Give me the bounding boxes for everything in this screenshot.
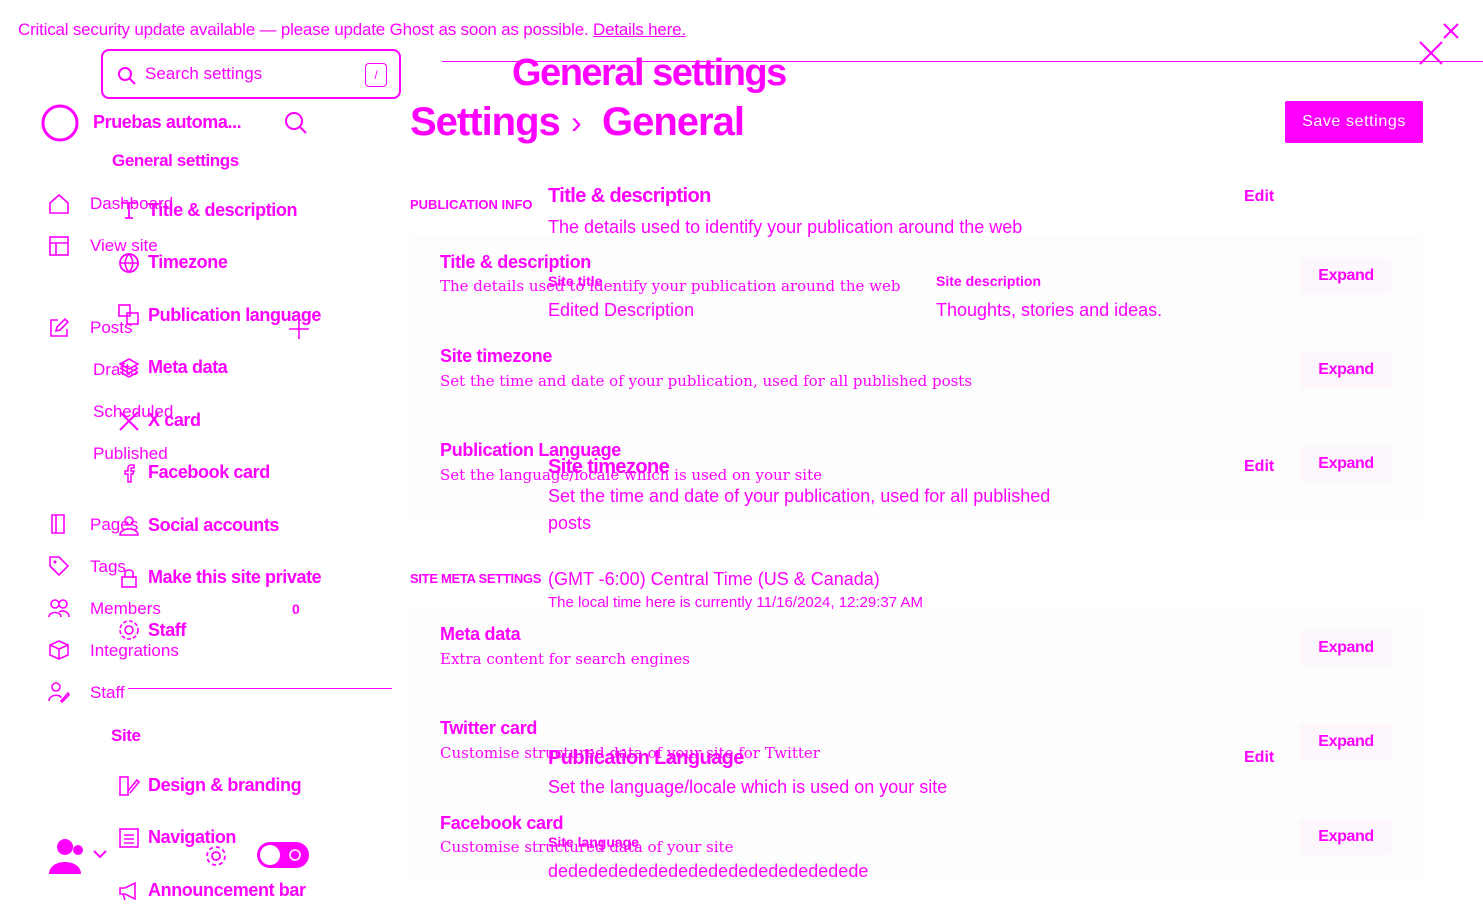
- site-language-value: dededededededededededededededede: [548, 861, 869, 881]
- close-banner-icon[interactable]: [1442, 22, 1460, 40]
- brush-icon: [118, 775, 140, 797]
- page-icon: [48, 513, 70, 535]
- row-title: Site timezone: [440, 346, 553, 366]
- expand-button[interactable]: Expand: [1300, 819, 1392, 855]
- site-language-label: Site language: [548, 834, 640, 850]
- members-count: 0: [292, 601, 300, 617]
- search-input[interactable]: [143, 63, 347, 85]
- members-icon: [48, 597, 70, 619]
- edit-button[interactable]: Edit: [1244, 188, 1274, 206]
- gear-users-icon: [118, 619, 140, 641]
- list-icon: [118, 827, 140, 849]
- banner-details-link[interactable]: Details here.: [593, 20, 686, 39]
- section-heading: Site timezone: [548, 456, 670, 478]
- edit-icon: [48, 317, 70, 339]
- nav-integrations[interactable]: Integrations: [90, 641, 179, 661]
- section-description: posts: [548, 513, 592, 533]
- section-description: The details used to identify your public…: [548, 217, 1023, 237]
- site-name[interactable]: Pruebas automa...: [93, 112, 242, 133]
- settings-nav-label: Design & branding: [148, 775, 302, 795]
- row-title: Facebook card: [440, 813, 564, 833]
- settings-nav-label: Facebook card: [148, 462, 270, 482]
- cube-icon: [48, 639, 70, 661]
- row-title: Title & description: [440, 252, 591, 272]
- section-description: Set the time and date of your publicatio…: [548, 486, 1051, 506]
- row-description: The details used to identify your public…: [440, 277, 901, 295]
- search-icon: [117, 66, 137, 86]
- row-title: Meta data: [440, 624, 521, 644]
- sidebar-divider: [128, 688, 392, 689]
- tag-icon: [48, 555, 70, 577]
- settings-nav-label: Make this site private: [148, 567, 322, 587]
- close-modal-icon[interactable]: [1418, 40, 1444, 66]
- banner-text: Critical security update available — ple…: [18, 20, 589, 39]
- site-logo-icon: [40, 103, 80, 143]
- globe-icon: [118, 252, 140, 274]
- modal-title: General settings: [512, 52, 787, 94]
- section-heading: Publication Language: [548, 747, 744, 769]
- site-title-label: Site title: [548, 273, 603, 289]
- section-heading: Title & description: [548, 185, 711, 207]
- text-icon: [118, 199, 140, 221]
- page-title: General: [602, 100, 745, 144]
- users-icon: [118, 515, 140, 537]
- settings-section-site: Site: [111, 726, 141, 745]
- home-icon: [48, 193, 70, 215]
- expand-button[interactable]: Expand: [1300, 446, 1392, 482]
- settings-nav-label: Social accounts: [148, 515, 280, 535]
- security-banner: Critical security update available — ple…: [18, 20, 686, 40]
- edit-button[interactable]: Edit: [1244, 749, 1274, 767]
- nav-staff[interactable]: Staff: [90, 683, 125, 703]
- dark-mode-toggle[interactable]: [256, 841, 310, 869]
- breadcrumb-separator: ›: [571, 104, 582, 140]
- timezone-value: (GMT -6:00) Central Time (US & Canada): [548, 569, 880, 589]
- save-settings-button[interactable]: Save settings: [1285, 101, 1423, 143]
- search-shortcut-key: /: [365, 63, 387, 87]
- site-title-value: Edited Description: [548, 300, 695, 320]
- settings-nav-label: Staff: [148, 620, 186, 640]
- settings-nav-label: Publication language: [148, 305, 322, 325]
- expand-button[interactable]: Expand: [1300, 724, 1392, 760]
- settings-nav-label: Title & description: [148, 200, 298, 220]
- chevron-down-icon[interactable]: [92, 848, 108, 860]
- avatar[interactable]: [44, 834, 86, 876]
- edit-button[interactable]: Edit: [1244, 458, 1274, 476]
- site-description-label: Site description: [936, 273, 1042, 289]
- breadcrumb-root[interactable]: Settings: [410, 100, 561, 145]
- site-description-value: Thoughts, stories and ideas.: [936, 300, 1163, 320]
- group-label-meta: SITE META SETTINGS: [410, 571, 542, 586]
- lock-icon: [118, 567, 140, 589]
- settings-nav-label: Navigation: [148, 827, 237, 847]
- translate-icon: [118, 304, 140, 326]
- search-icon[interactable]: [284, 111, 308, 135]
- expand-button[interactable]: Expand: [1300, 352, 1392, 388]
- settings-nav-label: Announcement bar: [148, 880, 306, 900]
- megaphone-icon: [118, 880, 140, 902]
- layout-icon: [48, 235, 70, 257]
- local-time-hint: The local time here is currently 11/16/2…: [548, 594, 923, 611]
- expand-button[interactable]: Expand: [1300, 258, 1392, 294]
- settings-section-general: General settings: [112, 151, 239, 170]
- x-logo-icon: [118, 410, 140, 432]
- section-description: Set the language/locale which is used on…: [548, 777, 948, 797]
- settings-nav-label: Timezone: [148, 252, 228, 272]
- expand-button[interactable]: Expand: [1300, 630, 1392, 666]
- staff-icon: [48, 681, 70, 703]
- settings-nav-label: Meta data: [148, 357, 228, 377]
- nav-members[interactable]: Members: [90, 599, 161, 619]
- settings-nav-label: X card: [148, 410, 201, 430]
- facebook-icon: [118, 462, 140, 484]
- search-box[interactable]: /: [101, 49, 401, 99]
- layers-icon: [118, 357, 140, 379]
- group-label-publication: PUBLICATION INFO: [410, 197, 533, 212]
- row-description: Extra content for search engines: [440, 650, 690, 668]
- row-description: Set the time and date of your publicatio…: [440, 372, 973, 390]
- nav-published[interactable]: Published: [93, 444, 168, 464]
- row-title: Twitter card: [440, 718, 538, 738]
